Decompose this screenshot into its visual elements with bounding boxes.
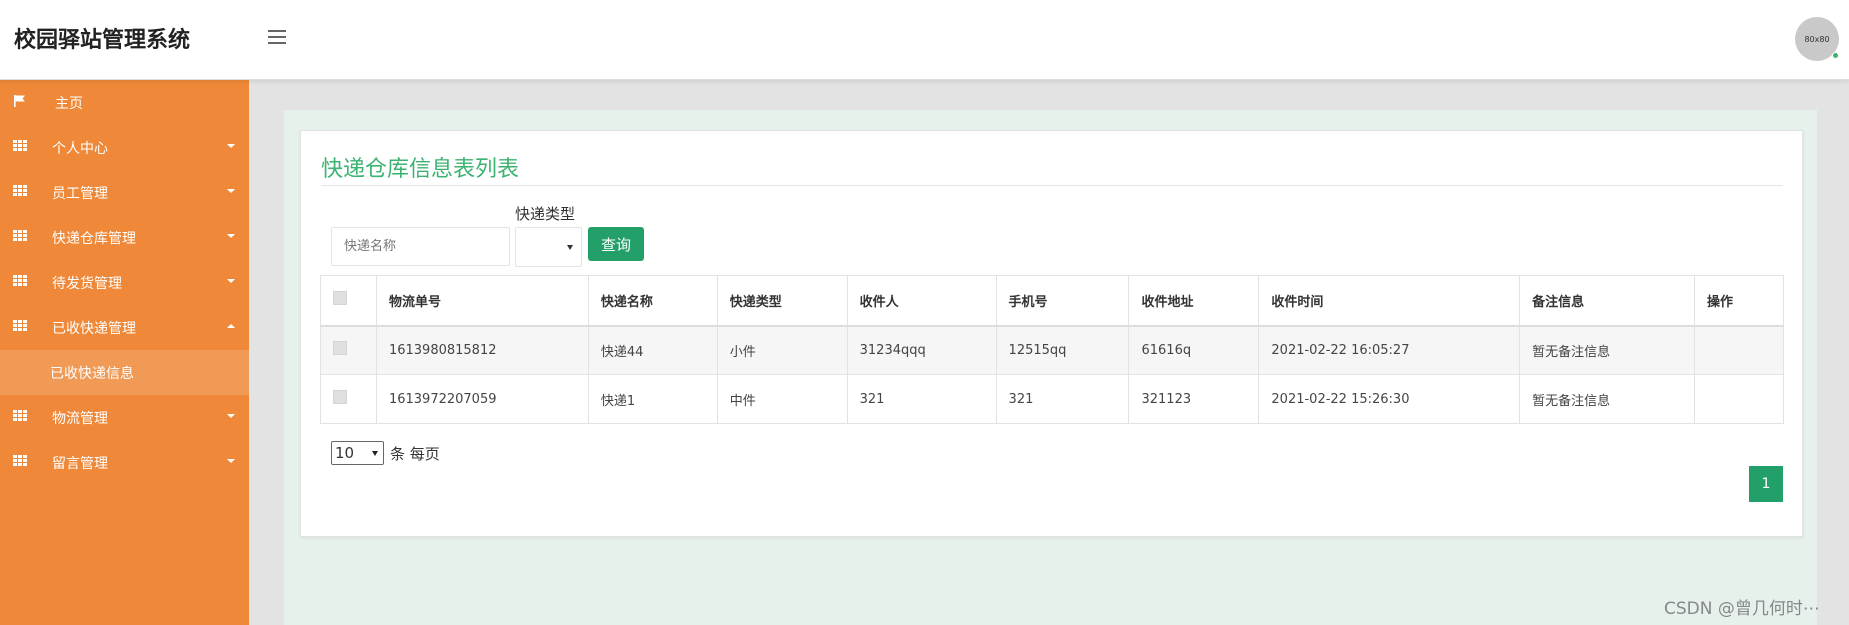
table-cell: 暂无备注信息 <box>1519 374 1695 424</box>
sidebar-item-label: 个人中心 <box>52 141 108 157</box>
avatar-text: 80x80 <box>1804 34 1830 44</box>
type-filter-select[interactable] <box>515 227 582 267</box>
chevron-down-icon <box>227 189 235 193</box>
avatar[interactable]: 80x80 <box>1795 17 1839 61</box>
column-header: 快递名称 <box>587 275 718 327</box>
sidebar-item-staff[interactable]: 员工管理 <box>0 170 249 215</box>
chevron-down-icon <box>567 245 573 250</box>
column-header: 备注信息 <box>1519 275 1695 327</box>
page-title: 快递仓库信息表列表 <box>321 157 520 182</box>
sidebar-item-received[interactable]: 已收快递管理 <box>0 305 249 350</box>
sidebar-item-label: 快递仓库管理 <box>52 231 136 247</box>
sidebar-item-pending-shipment[interactable]: 待发货管理 <box>0 260 249 305</box>
sidebar-item-label: 员工管理 <box>52 186 108 202</box>
table-cell: 中件 <box>716 374 848 424</box>
type-filter-label: 快递类型 <box>515 205 576 223</box>
table-cell: 321 <box>846 374 997 424</box>
per-page-select[interactable]: 10 <box>331 441 384 465</box>
chevron-down-icon <box>227 414 235 418</box>
chevron-up-icon <box>227 324 235 328</box>
sidebar-item-label: 物流管理 <box>52 411 108 427</box>
table-cell: 快递1 <box>587 374 718 424</box>
main-panel: 快递仓库信息表列表 快递类型 查询 物流单号 快递名称 快递类型 收件人 手机号… <box>300 130 1803 537</box>
flag-icon <box>14 95 25 107</box>
sidebar-item-label: 待发货管理 <box>52 276 122 292</box>
sidebar-item-personal-center[interactable]: 个人中心 <box>0 125 249 170</box>
table-cell: 暂无备注信息 <box>1519 325 1695 375</box>
chevron-down-icon <box>227 234 235 238</box>
row-checkbox[interactable] <box>333 341 347 356</box>
table-cell: 快递44 <box>587 325 718 375</box>
table-row[interactable]: 1613972207059 快递1 中件 321 321 321123 2021… <box>320 374 1784 424</box>
actions-cell <box>1694 325 1784 375</box>
select-all-cell[interactable] <box>320 275 377 327</box>
sidebar-item-logistics[interactable]: 物流管理 <box>0 395 249 440</box>
sidebar-item-label: 已收快递管理 <box>52 321 136 337</box>
column-header: 手机号 <box>995 275 1130 327</box>
per-page-control: 10 条 每页 <box>331 441 440 465</box>
sidebar-item-home[interactable]: 主页 <box>0 80 249 125</box>
sidebar: 主页 个人中心 员工管理 快递仓库管理 待发货管理 已收快递管理 已收快递信息 … <box>0 80 249 625</box>
column-header: 收件地址 <box>1128 275 1260 327</box>
per-page-label: 条 每页 <box>390 444 440 463</box>
menu-toggle-icon[interactable] <box>268 30 286 44</box>
chevron-down-icon <box>372 451 378 456</box>
app-title: 校园驿站管理系统 <box>14 28 191 53</box>
table-cell: 2021-02-22 16:05:27 <box>1258 325 1521 375</box>
query-button[interactable]: 查询 <box>588 227 644 261</box>
chevron-down-icon <box>227 144 235 148</box>
column-header: 操作 <box>1694 275 1784 327</box>
grid-icon <box>13 230 27 242</box>
sidebar-item-label: 留言管理 <box>52 456 108 472</box>
online-status-icon <box>1832 52 1839 59</box>
table-cell: 小件 <box>716 325 848 375</box>
grid-icon <box>13 455 27 467</box>
sidebar-subitem-received-info[interactable]: 已收快递信息 <box>0 350 249 395</box>
table-cell: 1613972207059 <box>375 374 589 424</box>
select-all-checkbox[interactable] <box>333 291 347 306</box>
sidebar-item-messages[interactable]: 留言管理 <box>0 440 249 485</box>
data-table: 物流单号 快递名称 快递类型 收件人 手机号 收件地址 收件时间 备注信息 操作… <box>320 275 1784 424</box>
sidebar-item-label: 主页 <box>55 96 83 112</box>
actions-cell <box>1694 374 1784 424</box>
pagination-page-button[interactable]: 1 <box>1749 466 1783 502</box>
chevron-down-icon <box>227 279 235 283</box>
column-header: 物流单号 <box>375 275 589 327</box>
sidebar-subitem-label: 已收快递信息 <box>50 366 134 382</box>
table-cell: 321123 <box>1128 374 1260 424</box>
column-header: 收件人 <box>846 275 997 327</box>
per-page-value: 10 <box>335 444 355 462</box>
grid-icon <box>13 140 27 152</box>
table-cell: 61616q <box>1128 325 1260 375</box>
watermark: CSDN @曾几何时⋯ <box>1664 599 1820 619</box>
column-header: 快递类型 <box>716 275 848 327</box>
table-row[interactable]: 1613980815812 快递44 小件 31234qqq 12515qq 6… <box>320 325 1784 375</box>
grid-icon <box>13 275 27 287</box>
top-header: 校园驿站管理系统 80x80 <box>0 0 1849 80</box>
chevron-down-icon <box>227 459 235 463</box>
grid-icon <box>13 320 27 332</box>
grid-icon <box>13 185 27 197</box>
column-header: 收件时间 <box>1258 275 1521 327</box>
row-select-cell[interactable] <box>320 325 377 375</box>
row-checkbox[interactable] <box>333 390 347 404</box>
sidebar-item-warehouse[interactable]: 快递仓库管理 <box>0 215 249 260</box>
table-cell: 2021-02-22 15:26:30 <box>1258 374 1521 424</box>
table-cell: 31234qqq <box>846 325 997 375</box>
row-select-cell[interactable] <box>320 374 377 424</box>
table-cell: 12515qq <box>995 325 1130 375</box>
table-header-row: 物流单号 快递名称 快递类型 收件人 手机号 收件地址 收件时间 备注信息 操作 <box>320 275 1784 327</box>
search-input[interactable] <box>331 227 510 266</box>
divider <box>321 185 1783 186</box>
table-cell: 1613980815812 <box>375 325 589 375</box>
grid-icon <box>13 410 27 422</box>
table-cell: 321 <box>995 374 1130 424</box>
